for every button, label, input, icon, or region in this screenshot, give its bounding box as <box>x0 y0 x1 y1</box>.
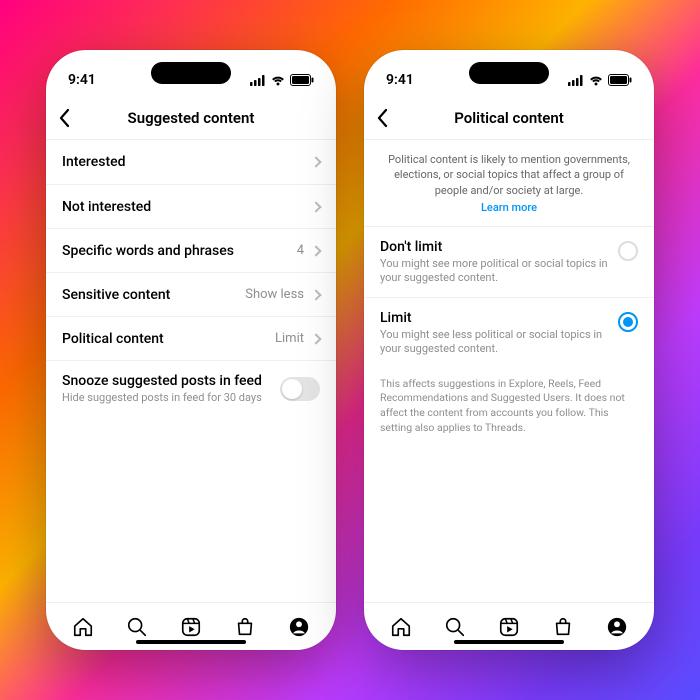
status-indicators <box>568 74 632 86</box>
snooze-toggle[interactable] <box>280 377 320 401</box>
wifi-icon <box>270 74 286 86</box>
description-block: Political content is likely to mention g… <box>364 140 654 227</box>
row-label: Snooze suggested posts in feed <box>62 373 262 389</box>
row-label: Not interested <box>62 199 151 215</box>
chevron-right-icon <box>310 156 321 167</box>
row-political-content[interactable]: Political content Limit <box>46 316 336 360</box>
reels-icon <box>498 616 520 638</box>
chevron-right-icon <box>310 333 321 344</box>
settings-list: Interested Not interested Specific words… <box>46 140 336 602</box>
shop-icon <box>234 616 256 638</box>
option-label: Don't limit <box>380 239 618 255</box>
chevron-right-icon <box>310 201 321 212</box>
reels-icon <box>180 616 202 638</box>
row-label: Political content <box>62 331 164 347</box>
chevron-right-icon <box>310 289 321 300</box>
option-dont-limit[interactable]: Don't limit You might see more political… <box>364 227 654 298</box>
phone-political-content: 9:41 Political content Political content… <box>364 50 654 650</box>
page-title: Suggested content <box>128 109 255 127</box>
home-icon <box>390 616 412 638</box>
page-title: Political content <box>454 109 563 127</box>
signal-icon <box>250 75 266 86</box>
option-limit[interactable]: Limit You might see less political or so… <box>364 297 654 369</box>
status-time: 9:41 <box>386 72 414 88</box>
search-icon <box>126 616 148 638</box>
row-label: Sensitive content <box>62 287 170 303</box>
home-indicator <box>454 640 564 644</box>
chevron-right-icon <box>310 245 321 256</box>
row-label: Specific words and phrases <box>62 243 234 259</box>
row-not-interested[interactable]: Not interested <box>46 184 336 228</box>
battery-icon <box>608 74 632 86</box>
option-sublabel: You might see less political or social t… <box>380 328 618 357</box>
row-value: 4 <box>297 243 304 258</box>
row-label: Interested <box>62 154 126 170</box>
row-interested[interactable]: Interested <box>46 140 336 184</box>
nav-search[interactable] <box>444 616 466 638</box>
option-label: Limit <box>380 310 618 326</box>
nav-shop[interactable] <box>552 616 574 638</box>
row-value: Limit <box>275 331 304 346</box>
nav-reels[interactable] <box>498 616 520 638</box>
chevron-left-icon <box>376 108 388 128</box>
shop-icon <box>552 616 574 638</box>
screen-header: Political content <box>364 96 654 140</box>
nav-profile[interactable] <box>288 616 310 638</box>
option-sublabel: You might see more political or social t… <box>380 257 618 286</box>
search-icon <box>444 616 466 638</box>
description-text: Political content is likely to mention g… <box>388 153 630 197</box>
device-notch <box>469 62 549 84</box>
radio-selected[interactable] <box>618 312 638 332</box>
row-sublabel: Hide suggested posts in feed for 30 days <box>62 391 262 405</box>
home-icon <box>72 616 94 638</box>
wifi-icon <box>588 74 604 86</box>
radio-unselected[interactable] <box>618 241 638 261</box>
row-sensitive-content[interactable]: Sensitive content Show less <box>46 272 336 316</box>
nav-home[interactable] <box>390 616 412 638</box>
footnote-text: This affects suggestions in Explore, Ree… <box>364 369 654 444</box>
status-time: 9:41 <box>68 72 96 88</box>
back-button[interactable] <box>376 96 406 139</box>
profile-icon <box>288 616 310 638</box>
chevron-left-icon <box>58 108 70 128</box>
row-value: Show less <box>245 287 304 302</box>
home-indicator <box>136 640 246 644</box>
phone-suggested-content: 9:41 Suggested content Interested Not in… <box>46 50 336 650</box>
nav-shop[interactable] <box>234 616 256 638</box>
profile-icon <box>606 616 628 638</box>
signal-icon <box>568 75 584 86</box>
battery-icon <box>290 74 314 86</box>
row-specific-words[interactable]: Specific words and phrases 4 <box>46 228 336 272</box>
toggle-knob <box>282 379 302 399</box>
nav-reels[interactable] <box>180 616 202 638</box>
nav-search[interactable] <box>126 616 148 638</box>
learn-more-link[interactable]: Learn more <box>384 200 634 215</box>
screen-header: Suggested content <box>46 96 336 140</box>
nav-profile[interactable] <box>606 616 628 638</box>
nav-home[interactable] <box>72 616 94 638</box>
settings-content: Political content is likely to mention g… <box>364 140 654 602</box>
status-indicators <box>250 74 314 86</box>
back-button[interactable] <box>58 96 88 139</box>
device-notch <box>151 62 231 84</box>
row-snooze: Snooze suggested posts in feed Hide sugg… <box>46 360 336 417</box>
